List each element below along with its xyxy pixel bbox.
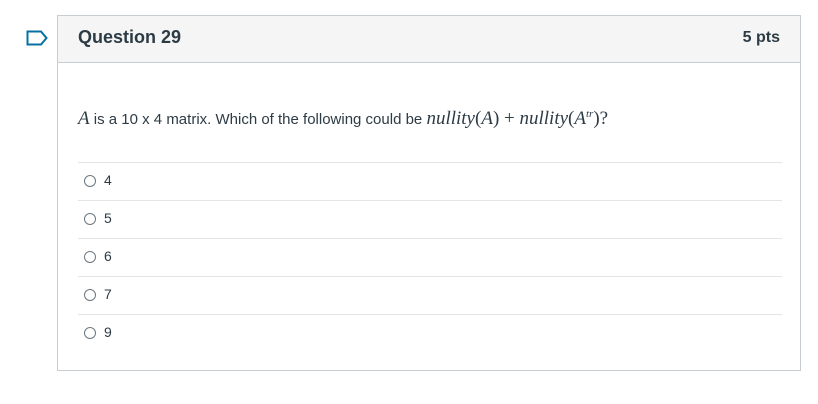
math-var-a: A xyxy=(574,108,586,129)
question-header: Question 29 5 pts xyxy=(58,16,800,63)
question-title: Question 29 xyxy=(78,27,182,47)
answer-label[interactable]: 9 xyxy=(104,324,112,340)
answer-option[interactable]: 6 xyxy=(78,238,782,276)
radio-button[interactable] xyxy=(84,327,96,339)
radio-button[interactable] xyxy=(84,213,96,225)
answer-label[interactable]: 4 xyxy=(104,172,112,188)
answer-option[interactable]: 7 xyxy=(78,276,782,314)
question-text: A is a 10 x 4 matrix. Which of the follo… xyxy=(78,101,782,133)
answer-option[interactable]: 9 xyxy=(78,314,782,352)
radio-button[interactable] xyxy=(84,289,96,301)
answer-list: 4 5 6 7 9 xyxy=(78,162,782,352)
radio-button[interactable] xyxy=(84,251,96,263)
math-var-a: A xyxy=(78,108,90,129)
math-nullity: nullity xyxy=(519,108,569,129)
question-points: 5 pts xyxy=(742,29,780,46)
answer-option[interactable]: 4 xyxy=(78,162,782,200)
radio-button[interactable] xyxy=(84,175,96,187)
question-body: A is a 10 x 4 matrix. Which of the follo… xyxy=(78,101,782,133)
answer-label[interactable]: 5 xyxy=(104,210,112,226)
question-text-part1: is a 10 x 4 matrix. Which of the followi… xyxy=(89,111,427,128)
math-paren-close: )? xyxy=(593,108,609,129)
question-card: Question 29 5 pts A is a 10 x 4 matrix. … xyxy=(57,15,801,371)
math-plus: + xyxy=(499,108,520,129)
math-var-a: A xyxy=(481,108,493,129)
answer-option[interactable]: 5 xyxy=(78,200,782,238)
answer-label[interactable]: 6 xyxy=(104,248,112,264)
flag-question-icon[interactable] xyxy=(26,30,48,46)
answer-label[interactable]: 7 xyxy=(104,286,112,302)
math-nullity: nullity xyxy=(426,108,475,129)
